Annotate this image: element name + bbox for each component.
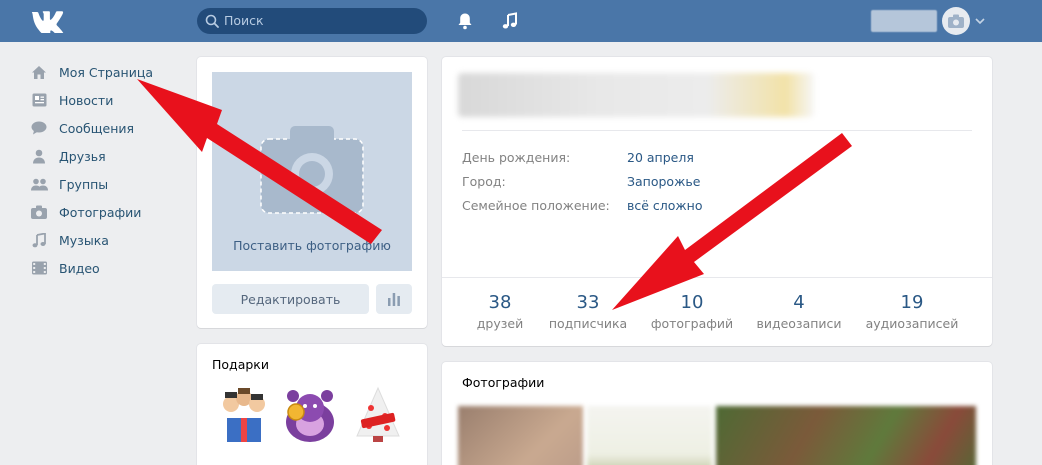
photo-thumbnail[interactable] bbox=[716, 406, 976, 465]
home-icon bbox=[30, 63, 48, 81]
counter-label: фотографий bbox=[650, 316, 734, 331]
set-photo-caption: Поставить фотографию bbox=[233, 238, 391, 253]
sidebar-item-messages[interactable]: Сообщения bbox=[30, 114, 190, 142]
profile-photo-card: Поставить фотографию Редактировать bbox=[197, 57, 427, 328]
friends-icon bbox=[30, 147, 48, 165]
info-value[interactable]: Запорожье bbox=[627, 174, 700, 189]
info-value[interactable]: 20 апреля bbox=[627, 150, 694, 165]
counter-label: друзей bbox=[476, 316, 524, 331]
music-icon bbox=[30, 231, 48, 249]
counter-videos[interactable]: 4 видеозаписи bbox=[754, 292, 844, 334]
gift-image[interactable] bbox=[283, 386, 337, 444]
sidebar-item-news[interactable]: Новости bbox=[30, 86, 190, 114]
vk-logo-icon[interactable] bbox=[30, 9, 66, 33]
info-key: День рождения: bbox=[462, 150, 571, 165]
info-key: Семейное положение: bbox=[462, 198, 610, 213]
photo-thumbnail[interactable] bbox=[587, 406, 712, 465]
music-icon[interactable] bbox=[501, 12, 519, 30]
info-value[interactable]: всё сложно bbox=[627, 198, 703, 213]
top-header: Поиск bbox=[0, 0, 1042, 42]
sidebar-item-label: Сообщения bbox=[59, 120, 135, 136]
counter-label: подписчика bbox=[548, 316, 628, 331]
divider bbox=[462, 130, 972, 131]
left-sidebar: Моя Страница Новости Сообщения Друзья Гр… bbox=[30, 58, 190, 282]
sidebar-item-label: Музыка bbox=[59, 232, 109, 248]
user-name-blurred[interactable] bbox=[871, 10, 937, 32]
sidebar-item-friends[interactable]: Друзья bbox=[30, 142, 190, 170]
edit-profile-button[interactable]: Редактировать bbox=[212, 284, 369, 314]
gift-image[interactable] bbox=[217, 386, 271, 444]
sidebar-item-video[interactable]: Видео bbox=[30, 254, 190, 282]
groups-icon bbox=[30, 175, 48, 193]
messages-icon bbox=[30, 119, 48, 137]
chevron-down-icon[interactable] bbox=[975, 17, 985, 25]
bell-icon[interactable] bbox=[456, 12, 474, 30]
counter-number: 33 bbox=[576, 292, 600, 313]
sidebar-item-music[interactable]: Музыка bbox=[30, 226, 190, 254]
stats-button[interactable] bbox=[376, 284, 412, 314]
sidebar-item-photos[interactable]: Фотографии bbox=[30, 198, 190, 226]
sidebar-item-label: Новости bbox=[59, 92, 114, 108]
profile-name-blurred bbox=[458, 73, 814, 117]
photos-card: Фотографии bbox=[442, 362, 992, 465]
sidebar-item-label: Друзья bbox=[59, 148, 106, 164]
counter-friends[interactable]: 38 друзей bbox=[474, 292, 526, 334]
camera-icon bbox=[260, 126, 364, 214]
sidebar-item-label: Фотографии bbox=[59, 204, 142, 220]
sidebar-item-groups[interactable]: Группы bbox=[30, 170, 190, 198]
counter-photos[interactable]: 10 фотографий bbox=[650, 292, 734, 334]
sidebar-item-my-page[interactable]: Моя Страница bbox=[30, 58, 190, 86]
camera-icon bbox=[948, 14, 964, 28]
search-icon bbox=[205, 14, 219, 28]
sidebar-item-label: Группы bbox=[59, 176, 109, 192]
counter-followers[interactable]: 33 подписчика bbox=[548, 292, 628, 334]
stats-icon bbox=[388, 292, 400, 306]
info-key: Город: bbox=[462, 174, 506, 189]
counter-number: 4 bbox=[793, 292, 805, 313]
search-placeholder: Поиск bbox=[224, 13, 264, 28]
counter-number: 10 bbox=[680, 292, 704, 313]
profile-info-card: День рождения: 20 апреля Город: Запорожь… bbox=[442, 57, 992, 346]
photos-icon bbox=[30, 203, 48, 221]
gift-image[interactable] bbox=[351, 386, 405, 444]
sidebar-item-label: Видео bbox=[59, 260, 100, 276]
photo-thumbnail[interactable] bbox=[458, 406, 583, 465]
sidebar-item-label: Моя Страница bbox=[59, 64, 153, 80]
counter-number: 19 bbox=[900, 292, 924, 313]
search-box[interactable]: Поиск bbox=[197, 8, 427, 34]
counter-label: аудиозаписей bbox=[865, 316, 959, 331]
set-photo-placeholder[interactable]: Поставить фотографию bbox=[212, 72, 412, 271]
counter-number: 38 bbox=[488, 292, 512, 313]
news-icon bbox=[30, 91, 48, 109]
gifts-title: Подарки bbox=[212, 357, 269, 372]
gifts-card: Подарки bbox=[197, 344, 427, 465]
video-icon bbox=[30, 259, 48, 277]
avatar[interactable] bbox=[942, 7, 970, 35]
counter-audios[interactable]: 19 аудиозаписей bbox=[864, 292, 960, 334]
divider bbox=[442, 277, 992, 278]
counter-label: видеозаписи bbox=[756, 316, 842, 331]
photos-title: Фотографии bbox=[462, 375, 545, 390]
